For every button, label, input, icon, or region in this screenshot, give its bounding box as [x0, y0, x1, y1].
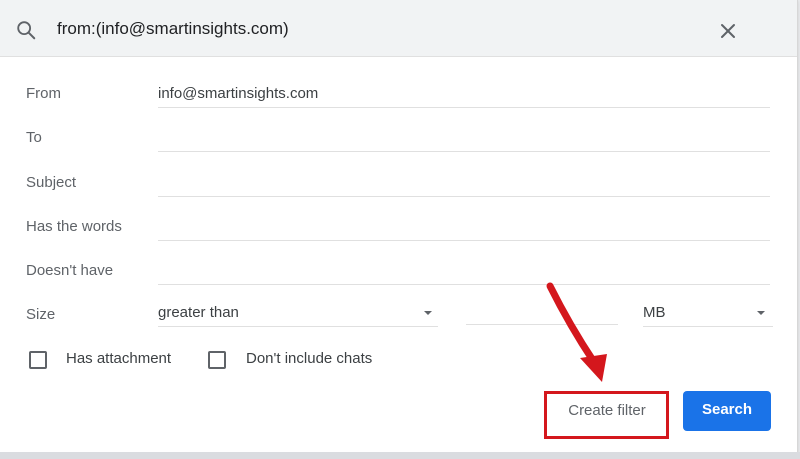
advanced-search-panel: from:(info@smartinsights.com) From info@…: [0, 0, 798, 453]
search-query[interactable]: from:(info@smartinsights.com): [57, 19, 289, 39]
close-icon[interactable]: [718, 21, 738, 41]
from-row: From info@smartinsights.com: [0, 85, 797, 125]
doesnt-have-label: Doesn't have: [26, 262, 114, 279]
doesnt-have-field[interactable]: [158, 260, 770, 285]
size-operator-value: greater than: [158, 304, 239, 321]
dont-include-chats-checkbox[interactable]: [208, 351, 226, 369]
create-filter-button[interactable]: Create filter: [548, 394, 666, 434]
doesnt-have-row: Doesn't have: [0, 262, 797, 302]
background-strip: [0, 452, 800, 459]
subject-field[interactable]: [158, 172, 770, 197]
chevron-down-icon: [424, 311, 432, 315]
to-field[interactable]: [158, 127, 770, 152]
size-operator-select[interactable]: greater than: [158, 302, 438, 327]
size-unit-select[interactable]: MB: [643, 302, 773, 327]
to-label: To: [26, 129, 42, 146]
has-attachment-checkbox[interactable]: [29, 351, 47, 369]
from-label: From: [26, 85, 61, 102]
dont-include-chats-label: Don't include chats: [246, 350, 373, 367]
subject-label: Subject: [26, 174, 77, 191]
has-words-field[interactable]: [158, 216, 770, 241]
subject-row: Subject: [0, 174, 797, 214]
size-unit-value: MB: [643, 304, 666, 321]
search-button[interactable]: Search: [683, 391, 771, 431]
search-bar[interactable]: from:(info@smartinsights.com): [0, 0, 797, 57]
search-icon: [17, 21, 36, 40]
to-row: To: [0, 129, 797, 169]
size-label: Size: [26, 306, 56, 323]
red-arrow-annotation: [546, 282, 607, 382]
has-attachment-label: Has attachment: [66, 350, 172, 367]
has-words-label: Has the words: [26, 218, 122, 235]
has-words-row: Has the words: [0, 218, 797, 258]
chevron-down-icon: [757, 311, 765, 315]
from-field[interactable]: info@smartinsights.com: [158, 83, 770, 108]
